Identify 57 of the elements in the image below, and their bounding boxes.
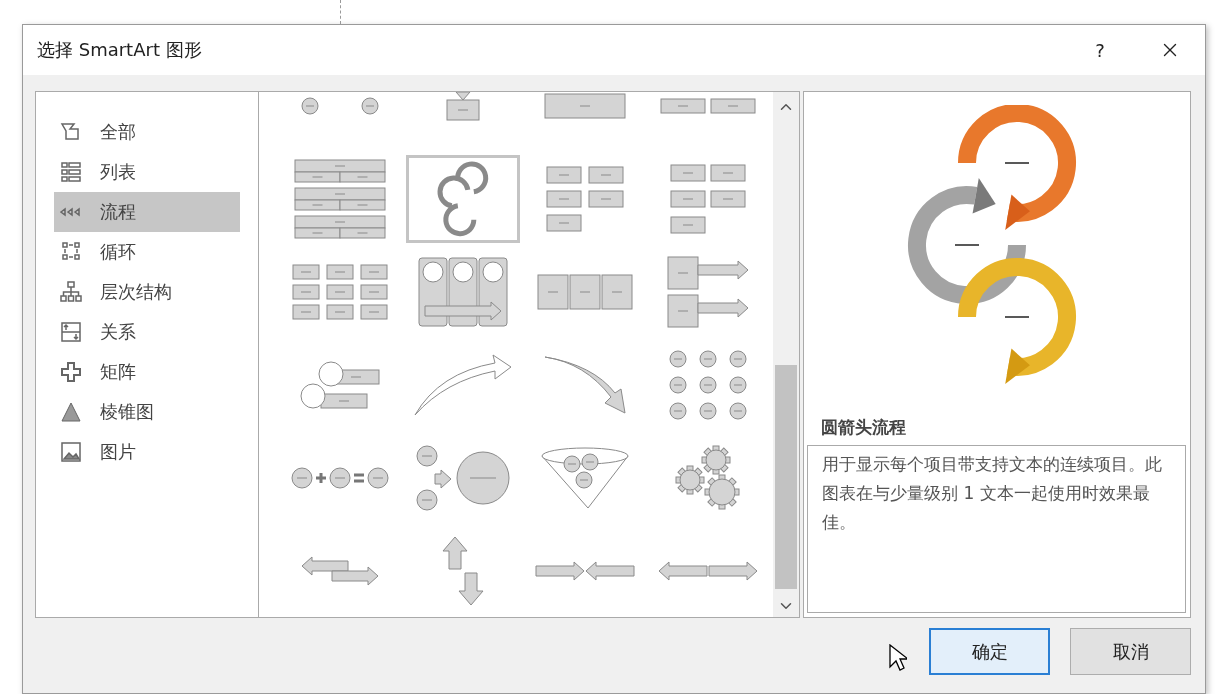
- category-label: 全部: [100, 120, 136, 144]
- category-label: 层次结构: [100, 280, 172, 304]
- box-flow-icon: [669, 163, 746, 234]
- curved-arrow-icon: [413, 353, 512, 416]
- category-label: 流程: [100, 200, 136, 224]
- category-item[interactable]: 循环: [54, 232, 240, 272]
- category-item[interactable]: 关系: [54, 312, 240, 352]
- gears-icon: [675, 445, 741, 510]
- picture-icon: [60, 441, 82, 463]
- arrows-icon: [657, 560, 758, 581]
- equation-icon: [291, 466, 390, 489]
- layout-description: 用于显示每个项目带支持文本的连续项目。此图表在与少量级别 1 文本一起使用时效果最佳。: [822, 453, 1163, 534]
- help-button[interactable]: ?: [1065, 25, 1135, 75]
- cycle-icon: [60, 241, 82, 263]
- category-label: 列表: [100, 160, 136, 184]
- scrollbar[interactable]: [773, 92, 799, 617]
- box-grid-icon: [292, 263, 389, 320]
- arrows-icon: [535, 560, 636, 581]
- columns-icon: [417, 256, 508, 327]
- category-item[interactable]: 全部: [54, 112, 240, 152]
- bubbles-icon: [300, 360, 381, 409]
- dialog-title: 选择 SmartArt 图形: [37, 38, 203, 62]
- all-icon: [60, 121, 82, 143]
- category-label: 棱锥图: [100, 400, 154, 424]
- merge-icon: [415, 444, 510, 511]
- category-label: 图片: [100, 440, 136, 464]
- arrow-list-icon: [666, 255, 749, 328]
- stacked-process-icon: [294, 158, 387, 239]
- twin-box-icon: [659, 97, 756, 114]
- cursor-icon: [889, 644, 907, 672]
- matrix-icon: [60, 361, 82, 383]
- layout-name: 圆箭头流程: [820, 416, 907, 439]
- funnel-icon: [541, 446, 630, 509]
- box-flow-icon: [546, 165, 625, 232]
- category-label: 循环: [100, 240, 136, 264]
- category-item[interactable]: 列表: [54, 152, 240, 192]
- category-label: 矩阵: [100, 360, 136, 384]
- list-icon: [60, 161, 82, 183]
- category-item[interactable]: 层次结构: [54, 272, 240, 312]
- chevron-boxes-icon: [537, 273, 634, 310]
- hierarchy-icon: [60, 281, 82, 303]
- process-icon: [301, 96, 380, 115]
- category-label: 关系: [100, 320, 136, 344]
- up-down-arrows-icon: [441, 535, 484, 606]
- pyramid-icon: [60, 401, 82, 423]
- curved-arrow-icon: [544, 355, 627, 414]
- layout-option[interactable]: [405, 154, 520, 243]
- arrows-icon: [301, 555, 380, 586]
- relationship-icon: [60, 321, 82, 343]
- category-item[interactable]: 矩阵: [54, 352, 240, 392]
- scrollbar-thumb[interactable]: [775, 365, 797, 589]
- category-item[interactable]: 流程: [54, 192, 240, 232]
- circle-grid-icon: [668, 349, 747, 420]
- ok-button[interactable]: 确定: [929, 628, 1050, 675]
- category-item[interactable]: 图片: [54, 432, 240, 472]
- category-item[interactable]: 棱锥图: [54, 392, 240, 432]
- cancel-button[interactable]: 取消: [1070, 628, 1191, 675]
